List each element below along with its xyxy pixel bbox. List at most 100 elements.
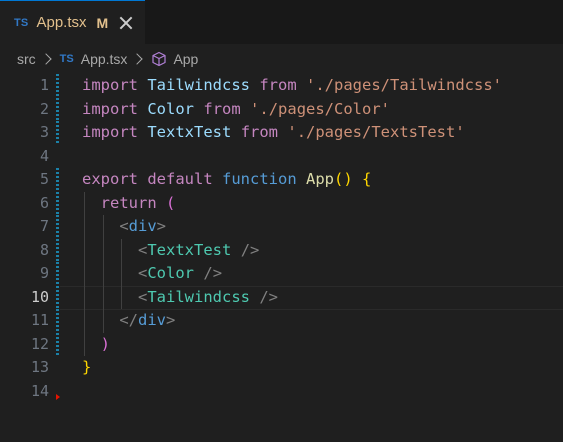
tab-title: App.tsx	[36, 14, 87, 31]
modified-line-marker[interactable]	[56, 74, 59, 98]
typescript-icon: TS	[14, 16, 29, 29]
indent-guide	[121, 238, 123, 309]
modified-line-marker[interactable]	[56, 332, 59, 356]
line-number: 7	[39, 217, 49, 235]
code-line[interactable]: 13}	[0, 356, 563, 380]
code-line[interactable]: 2 import Color from './pages/Color'	[0, 97, 563, 122]
modified-line-marker[interactable]	[56, 191, 59, 215]
code-token: Color	[147, 99, 195, 118]
code-text: import Color from './pages/Color'	[82, 98, 390, 122]
code-token: from	[203, 99, 241, 118]
code-token: }	[82, 358, 92, 376]
line-number: 6	[39, 193, 49, 212]
modified-badge: M	[96, 14, 109, 31]
breadcrumb-file[interactable]: TS App.tsx	[60, 51, 128, 67]
chevron-right-icon	[131, 53, 144, 65]
code-text: </div>	[82, 309, 175, 333]
code-token: )	[100, 334, 111, 353]
code-line[interactable]: 14	[0, 380, 563, 404]
breadcrumb-symbol[interactable]: App	[151, 51, 198, 67]
modified-line-marker[interactable]	[56, 238, 59, 262]
code-line[interactable]: 1 import Tailwindcss from './pages/Tailwi…	[0, 74, 563, 98]
code-token: <	[119, 217, 129, 235]
indent-guide	[84, 191, 85, 356]
code-token: >	[156, 217, 167, 235]
code-token: />	[203, 264, 223, 282]
line-number: 10	[30, 287, 49, 306]
modified-line-marker[interactable]	[56, 168, 59, 192]
line-number: 14	[30, 381, 49, 400]
code-token: div	[128, 217, 157, 235]
code-token: function	[222, 170, 297, 188]
code-token: './pages/TextsTest'	[287, 123, 465, 141]
line-number: 13	[30, 358, 49, 376]
code-token: <	[138, 264, 148, 282]
deleted-line-marker[interactable]	[56, 394, 60, 400]
code-text: export default function App() {	[82, 168, 371, 192]
line-number: 9	[39, 264, 49, 282]
code-line[interactable]: 4	[0, 145, 563, 169]
tab-app-tsx[interactable]: TS App.tsx M	[0, 0, 145, 44]
code-token: return	[100, 193, 157, 212]
code-token: './pages/Color'	[250, 99, 391, 118]
tab-bar: TS App.tsx M	[0, 0, 563, 44]
code-token: (	[166, 193, 176, 212]
modified-line-marker[interactable]	[56, 97, 59, 121]
code-token: />	[240, 240, 260, 259]
code-token: <	[138, 287, 148, 306]
code-text: import Tailwindcss from './pages/Tailwin…	[82, 74, 502, 98]
code-text: <div>	[82, 215, 166, 239]
line-number: 1	[39, 76, 49, 94]
breadcrumb-folder[interactable]: src	[17, 51, 36, 67]
close-icon[interactable]	[118, 15, 134, 31]
code-token: export	[82, 170, 138, 188]
code-token: </	[119, 311, 138, 329]
breadcrumb-symbol-label: App	[173, 51, 199, 67]
modified-line-marker[interactable]	[56, 262, 59, 286]
cube-icon	[152, 51, 167, 67]
code-token: div	[138, 311, 166, 329]
code-token: Tailwindcss	[147, 287, 250, 306]
code-line[interactable]: 5 export default function App() {	[0, 168, 563, 192]
code-token: './pages/Tailwindcss'	[306, 76, 502, 94]
breadcrumb: src TS App.tsx App	[0, 46, 563, 72]
line-number: 12	[30, 334, 49, 353]
code-token: App	[306, 170, 335, 188]
line-number: 3	[39, 123, 49, 141]
code-text: <Tailwindcss />	[82, 286, 278, 310]
code-text: import TextxTest from './pages/TextsTest…	[82, 121, 465, 145]
modified-line-marker[interactable]	[56, 285, 59, 309]
code-token: Color	[147, 264, 195, 282]
modified-line-marker[interactable]	[56, 309, 59, 333]
code-token: >	[166, 311, 176, 329]
modified-line-marker[interactable]	[56, 215, 59, 239]
code-text: }	[82, 356, 91, 380]
code-token: ()	[334, 170, 353, 188]
code-token: from	[240, 123, 279, 141]
code-token: import	[82, 99, 138, 118]
code-token: default	[147, 170, 213, 188]
line-number: 4	[39, 146, 49, 165]
indent-guide	[102, 215, 104, 333]
modified-line-marker[interactable]	[56, 121, 59, 145]
code-line[interactable]: 3 import TextxTest from './pages/TextsTes…	[0, 121, 563, 145]
line-number: 8	[39, 240, 49, 259]
code-text: <TextxTest />	[82, 239, 259, 263]
code-token: {	[362, 170, 372, 188]
code-editor[interactable]: 1 import Tailwindcss from './pages/Tailwi…	[0, 72, 563, 442]
